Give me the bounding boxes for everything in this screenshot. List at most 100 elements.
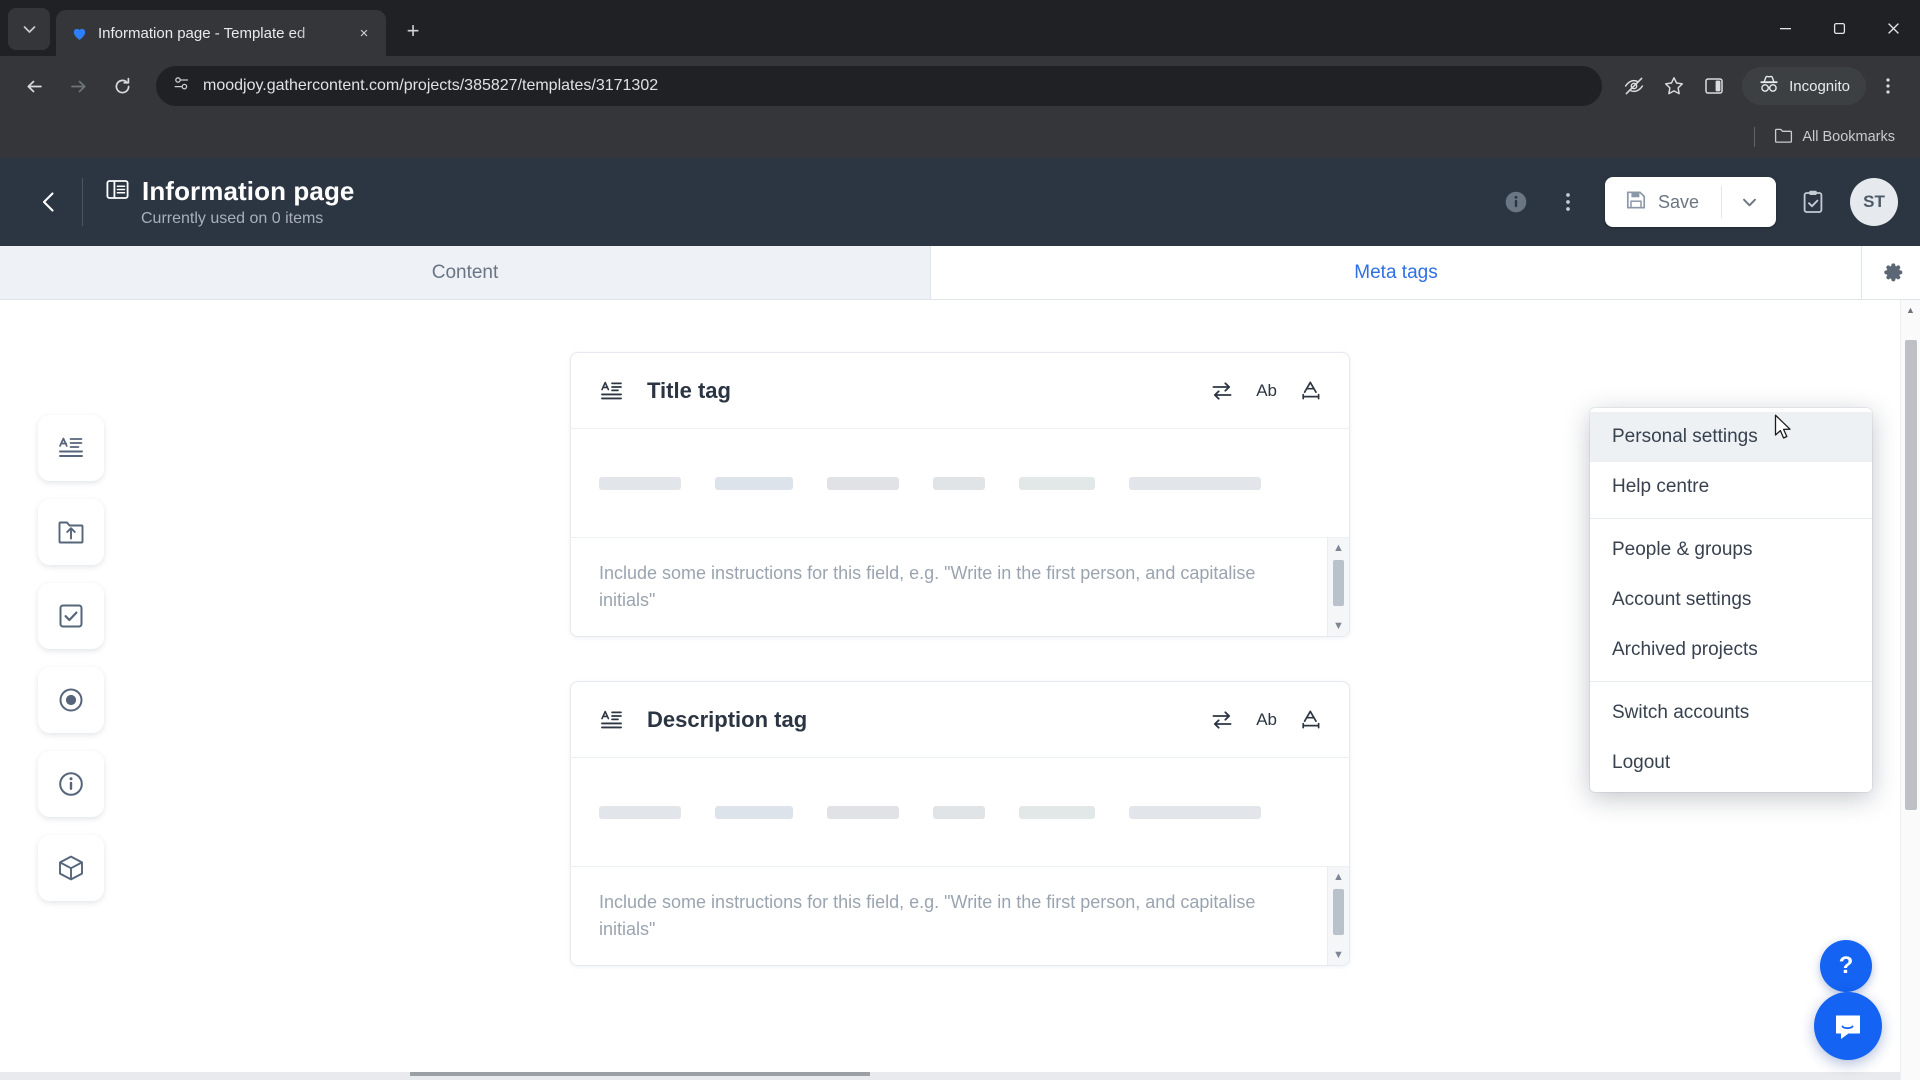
header-actions: Save ST [1493,177,1898,227]
field-instructions[interactable]: Include some instructions for this field… [571,537,1349,636]
tab-meta-tags[interactable]: Meta tags [931,246,1862,299]
skeleton-bar [715,805,793,819]
field-card[interactable]: Title tag Ab Include some instructions f… [570,352,1350,637]
field-card-list: Title tag Ab Include some instructions f… [570,352,1350,966]
page-subtitle: Currently used on 0 items [141,210,324,227]
incognito-label: Incognito [1789,77,1850,95]
browser-tab-title: Information page - Template ed [98,24,306,42]
field-card-tools: Ab [1210,379,1323,403]
field-title: Description tag [647,706,808,732]
text-length-icon[interactable] [1299,379,1323,403]
field-instructions[interactable]: Include some instructions for this field… [571,866,1349,965]
tasks-clipboard-icon[interactable] [1790,179,1836,225]
page-scroll-up-icon[interactable]: ▲ [1901,300,1920,320]
scroll-down-icon[interactable]: ▼ [1333,616,1344,636]
browser-tabstrip: Information page - Template ed × + [0,0,1920,56]
scrollbar-thumb[interactable] [1333,560,1344,606]
skeleton-bar [827,805,899,819]
scroll-up-icon[interactable]: ▲ [1333,538,1344,558]
page-title: Information page [142,176,355,206]
repeat-icon[interactable] [1210,379,1234,403]
header-back-button[interactable] [26,179,72,225]
skeleton-bar [1129,805,1261,819]
repeat-icon[interactable] [1210,708,1234,732]
skeleton-bar [715,476,793,490]
bookmarks-divider [1754,127,1756,147]
new-tab-button[interactable]: + [396,14,430,48]
instructions-scrollbar[interactable]: ▲ ▼ [1327,538,1349,636]
tab-close-icon[interactable]: × [352,21,376,45]
browser-tab[interactable]: Information page - Template ed × [56,10,386,56]
field-instructions-placeholder: Include some instructions for this field… [599,892,1256,939]
menu-item-account-settings[interactable]: Account settings [1590,575,1872,625]
ab-toggle[interactable]: Ab [1256,381,1277,401]
rail-item-radio[interactable] [38,667,104,733]
browser-window: Information page - Template ed × + moodj… [0,0,1920,1080]
ab-toggle[interactable]: Ab [1256,710,1277,730]
field-card[interactable]: Description tag Ab Include some instruct… [570,681,1350,966]
page-viewport: Information page Currently used on 0 ite… [0,158,1920,1080]
skeleton-bar [1019,476,1095,490]
reload-icon[interactable] [102,66,142,106]
rail-item-text-field[interactable] [38,415,104,481]
text-length-icon[interactable] [1299,708,1323,732]
page-scrollbar-thumb[interactable] [1905,340,1917,810]
field-title: Title tag [647,377,731,403]
skeleton-bar [933,476,985,490]
menu-separator [1590,681,1872,682]
page-scrollbar[interactable]: ▲ [1900,300,1920,1080]
bookmark-star-icon[interactable] [1656,68,1692,104]
field-preview-skeleton [571,758,1349,866]
rail-item-checkbox[interactable] [38,583,104,649]
skeleton-bar [1129,476,1261,490]
skeleton-bar [1019,805,1095,819]
text-field-icon [599,378,625,404]
all-bookmarks-button[interactable]: All Bookmarks [1765,122,1904,153]
tab-search-icon[interactable] [8,8,50,50]
instructions-scrollbar[interactable]: ▲ ▼ [1327,867,1349,965]
page-bottom-scroll-track[interactable] [0,1072,1920,1080]
help-button[interactable]: ? [1820,940,1872,992]
intercom-chat-icon[interactable] [1814,992,1882,1060]
save-button[interactable]: Save [1605,177,1721,227]
menu-item-help-centre[interactable]: Help centre [1590,462,1872,512]
tab-content[interactable]: Content [0,246,931,299]
tracking-protection-icon[interactable] [1616,68,1652,104]
field-instructions-placeholder: Include some instructions for this field… [599,563,1256,610]
skeleton-bar [599,476,681,490]
skeleton-bar [933,805,985,819]
menu-item-switch-accounts[interactable]: Switch accounts [1590,688,1872,738]
menu-item-people-groups[interactable]: People & groups [1590,525,1872,575]
window-maximize-button[interactable] [1812,0,1866,56]
window-close-button[interactable] [1866,0,1920,56]
browser-toolbar: moodjoy.gathercontent.com/projects/38582… [0,56,1920,116]
scrollbar-thumb[interactable] [1333,889,1344,935]
header-title-block: Information page Currently used on 0 ite… [105,176,1493,228]
save-label: Save [1657,191,1699,212]
menu-item-personal-settings[interactable]: Personal settings [1590,412,1872,462]
back-icon[interactable] [14,66,54,106]
url-text: moodjoy.gathercontent.com/projects/38582… [203,77,659,94]
horizontal-scrollbar-thumb[interactable] [410,1072,870,1076]
window-minimize-button[interactable] [1758,0,1812,56]
chrome-menu-icon[interactable] [1870,68,1906,104]
site-settings-icon[interactable] [172,74,191,98]
incognito-indicator[interactable]: Incognito [1742,67,1866,105]
info-icon[interactable] [1493,179,1539,225]
address-bar[interactable]: moodjoy.gathercontent.com/projects/38582… [156,66,1603,106]
gear-icon[interactable] [1862,246,1920,299]
rail-item-component[interactable] [38,835,104,901]
rail-item-file-upload[interactable] [38,499,104,565]
save-dropdown-caret-icon[interactable] [1722,177,1776,227]
side-panel-icon[interactable] [1696,68,1732,104]
skeleton-bar [599,805,681,819]
user-avatar[interactable]: ST [1850,178,1898,226]
rail-item-guidelines[interactable] [38,751,104,817]
scroll-up-icon[interactable]: ▲ [1333,867,1344,887]
menu-item-archived-projects[interactable]: Archived projects [1590,625,1872,675]
scroll-down-icon[interactable]: ▼ [1333,945,1344,965]
forward-icon[interactable] [58,66,98,106]
bookmarks-bar: All Bookmarks [0,116,1920,158]
menu-item-logout[interactable]: Logout [1590,738,1872,788]
more-options-icon[interactable] [1545,179,1591,225]
